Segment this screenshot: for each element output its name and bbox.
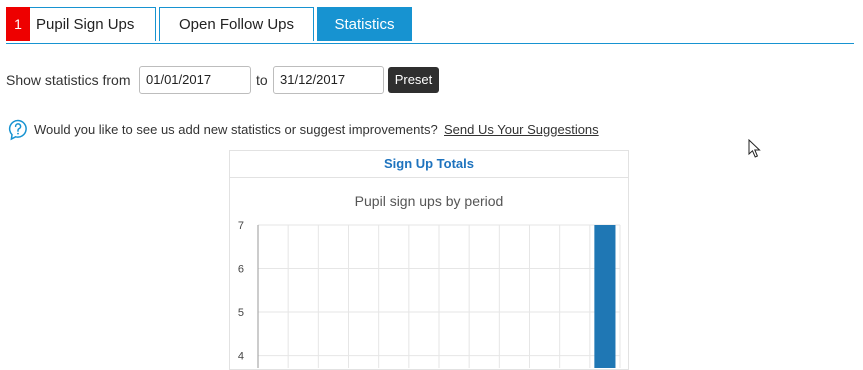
bar xyxy=(594,225,616,368)
date-to-input[interactable]: 31/12/2017 xyxy=(273,66,384,94)
suggestion-text: Would you like to see us add new statist… xyxy=(34,122,438,137)
tab-bar: 1 Pupil Sign Ups Open Follow Ups Statisti… xyxy=(6,7,854,44)
y-tick-label: 5 xyxy=(238,307,244,319)
y-tick-label: 6 xyxy=(238,264,244,276)
panel-title: Sign Up Totals xyxy=(230,151,628,178)
date-from-input[interactable]: 01/01/2017 xyxy=(139,66,251,94)
y-tick-label: 7 xyxy=(238,220,244,232)
preset-button[interactable]: Preset xyxy=(388,67,439,93)
help-icon xyxy=(8,119,27,141)
tab-pupil-sign-ups[interactable]: 1 Pupil Sign Ups xyxy=(6,7,156,41)
notification-badge: 1 xyxy=(6,7,30,41)
tab-label: Pupil Sign Ups xyxy=(36,16,135,33)
mouse-cursor-icon xyxy=(748,139,761,158)
tab-statistics[interactable]: Statistics xyxy=(317,7,412,41)
show-statistics-label: Show statistics from xyxy=(6,72,131,88)
chart-title: Pupil sign ups by period xyxy=(355,193,504,209)
sign-up-totals-panel: Sign Up Totals Pupil sign ups by period 4… xyxy=(229,150,629,370)
sign-ups-chart: Pupil sign ups by period4567 xyxy=(238,193,621,368)
to-label: to xyxy=(256,72,268,88)
tab-open-follow-ups[interactable]: Open Follow Ups xyxy=(159,7,314,41)
send-suggestions-link[interactable]: Send Us Your Suggestions xyxy=(444,122,599,137)
